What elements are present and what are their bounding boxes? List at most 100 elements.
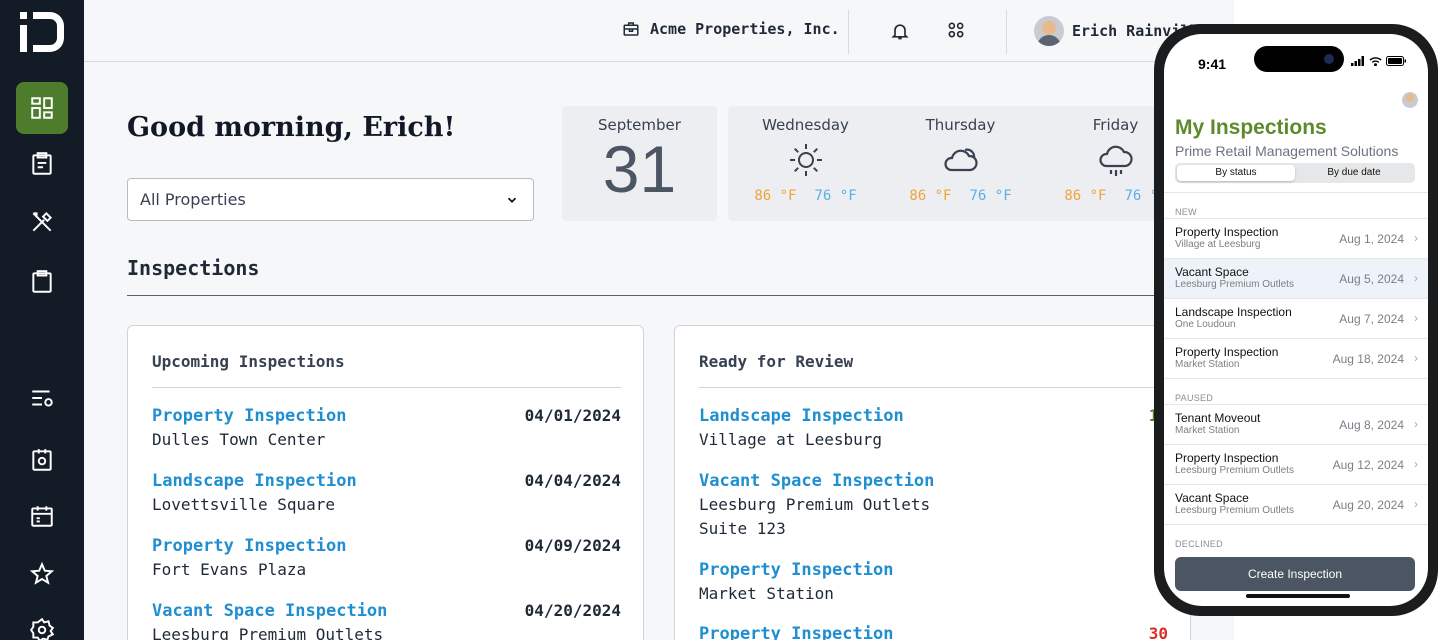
date-day: 31	[602, 132, 677, 206]
weather-day-name: Thursday	[925, 116, 996, 134]
list-item: Property Inspection Fort Evans Plaza 04/…	[152, 536, 621, 580]
section-header: NEW	[1164, 192, 1428, 218]
nav-maintenance[interactable]	[16, 196, 68, 248]
star-icon	[29, 561, 55, 585]
sort-segmented-control: By status By due date	[1175, 163, 1415, 183]
inspection-location: Fort Evans Plaza	[152, 560, 307, 579]
item-date: Aug 1, 2024	[1339, 232, 1404, 246]
inspection-location: Leesburg Premium Outlets	[152, 625, 384, 640]
list-item[interactable]: Vacant Space Leesburg Premium Outlets Au…	[1164, 258, 1428, 298]
list-item: Property Inspection Market Station 8	[699, 560, 1168, 604]
battery-icon	[1386, 56, 1406, 66]
top-bar: Acme Properties, Inc. Erich Rainville	[84, 0, 1234, 62]
chevron-right-icon: ›	[1414, 311, 1418, 325]
inspection-suite: Suite 123	[699, 519, 786, 538]
app-logo[interactable]	[20, 12, 64, 52]
phone-screen: 9:41 My Inspections Prime Retail Managem…	[1164, 34, 1428, 606]
list-item[interactable]: Landscape Inspection One Loudoun Aug 7, …	[1164, 298, 1428, 338]
list-item: Landscape Inspection Lovettsville Square…	[152, 471, 621, 515]
high-temp: 86 °F	[754, 188, 797, 204]
review-count: 30	[1148, 624, 1168, 640]
list-item: Property Inspection 30	[699, 624, 1168, 640]
topbar-divider	[848, 10, 849, 54]
chevron-right-icon: ›	[1414, 417, 1418, 431]
clipboard-icon	[32, 270, 52, 293]
list-item[interactable]: Property Inspection Market Station Aug 1…	[1164, 338, 1428, 378]
item-date: Aug 20, 2024	[1332, 498, 1404, 512]
nav-calendar[interactable]	[16, 490, 68, 542]
list-item[interactable]: Vacant Space Leesburg Premium Outlets Au…	[1164, 484, 1428, 524]
list-item[interactable]: Property Inspection Village at Leesburg …	[1164, 218, 1428, 258]
inspection-link[interactable]: Property Inspection	[699, 624, 1168, 640]
ready-for-review-card: Ready for Review Landscape Inspection Vi…	[674, 325, 1191, 640]
chevron-right-icon: ›	[1414, 497, 1418, 511]
card-divider	[699, 387, 1168, 388]
main-app: Acme Properties, Inc. Erich Rainville Go…	[84, 0, 1234, 640]
nav-dashboard[interactable]	[16, 82, 68, 134]
nav-favorites[interactable]	[16, 548, 68, 600]
phone-mockup: 9:41 My Inspections Prime Retail Managem…	[1154, 24, 1438, 616]
inspection-location: Lovettsville Square	[152, 495, 336, 514]
nav-settings[interactable]	[16, 604, 68, 640]
list-item[interactable]: Property Inspection Leesburg Premium Out…	[1164, 444, 1428, 484]
phone-inspection-list: NEW Property Inspection Village at Leesb…	[1164, 192, 1428, 550]
item-date: Aug 7, 2024	[1339, 312, 1404, 326]
briefcase-icon	[623, 22, 639, 36]
card-title: Ready for Review	[699, 352, 854, 371]
avatar[interactable]	[1402, 92, 1418, 108]
company-name: Acme Properties, Inc.	[650, 20, 840, 38]
tab-by-due-date[interactable]: By due date	[1295, 165, 1413, 181]
wifi-icon	[1369, 57, 1382, 66]
upcoming-inspections-card: Upcoming Inspections Property Inspection…	[127, 325, 644, 640]
item-date: Aug 8, 2024	[1339, 418, 1404, 432]
inspection-date: 04/09/2024	[524, 536, 621, 555]
inspection-location: Village at Leesburg	[699, 430, 883, 449]
list-item: Vacant Space Inspection Leesburg Premium…	[152, 601, 621, 640]
property-select[interactable]: All Properties	[127, 178, 534, 221]
list-settings-icon	[32, 390, 53, 407]
weather-day-name: Wednesday	[762, 116, 849, 134]
document-gear-icon	[32, 449, 52, 471]
nav-settings-list[interactable]	[16, 372, 68, 424]
inspection-link[interactable]: Property Inspection	[699, 560, 1168, 580]
list-item[interactable]: Tenant Moveout Market Station Aug 8, 202…	[1164, 404, 1428, 444]
inspection-link[interactable]: Vacant Space Inspection	[699, 471, 1168, 491]
tab-by-status[interactable]: By status	[1177, 165, 1295, 181]
apps-grid-icon[interactable]	[946, 20, 966, 40]
item-date: Aug 5, 2024	[1339, 272, 1404, 286]
nav-reports[interactable]	[16, 256, 68, 308]
section-divider	[127, 295, 1207, 296]
card-divider	[152, 387, 621, 388]
list-item: Landscape Inspection Village at Leesburg…	[699, 406, 1168, 450]
inspections-heading: Inspections	[127, 256, 260, 280]
greeting: Good morning, Erich!	[127, 112, 456, 143]
sun-icon	[789, 144, 822, 176]
phone-org-name: Prime Retail Management Solutions	[1175, 143, 1399, 159]
card-title: Upcoming Inspections	[152, 352, 345, 371]
weather-day: Thursday 86 °F 76 °F	[883, 106, 1038, 221]
property-select-value: All Properties	[140, 190, 246, 209]
cloud-sun-icon	[943, 148, 978, 172]
dynamic-island	[1254, 46, 1344, 72]
nav-documents[interactable]	[16, 434, 68, 486]
inspection-location: Dulles Town Center	[152, 430, 326, 449]
list-item: Vacant Space Inspection Leesburg Premium…	[699, 471, 1168, 539]
inspection-location: Market Station	[699, 584, 834, 603]
nav-inspections[interactable]	[16, 138, 68, 190]
inspection-date: 04/04/2024	[524, 471, 621, 490]
item-date: Aug 12, 2024	[1332, 458, 1404, 472]
inspection-date: 04/20/2024	[524, 601, 621, 620]
bell-icon[interactable]	[890, 20, 910, 42]
list-item: Property Inspection Dulles Town Center 0…	[152, 406, 621, 450]
status-icons	[1351, 56, 1406, 66]
create-inspection-button[interactable]: Create Inspection	[1175, 557, 1415, 591]
inspection-link[interactable]: Landscape Inspection	[699, 406, 1168, 426]
sidebar	[0, 0, 84, 640]
chevron-down-icon	[507, 197, 517, 203]
company-switcher[interactable]: Acme Properties, Inc.	[622, 20, 840, 38]
tools-icon	[32, 211, 53, 232]
calendar-icon	[31, 506, 53, 527]
dashboard-icon	[31, 97, 53, 119]
high-temp: 86 °F	[909, 188, 952, 204]
avatar	[1034, 16, 1064, 46]
